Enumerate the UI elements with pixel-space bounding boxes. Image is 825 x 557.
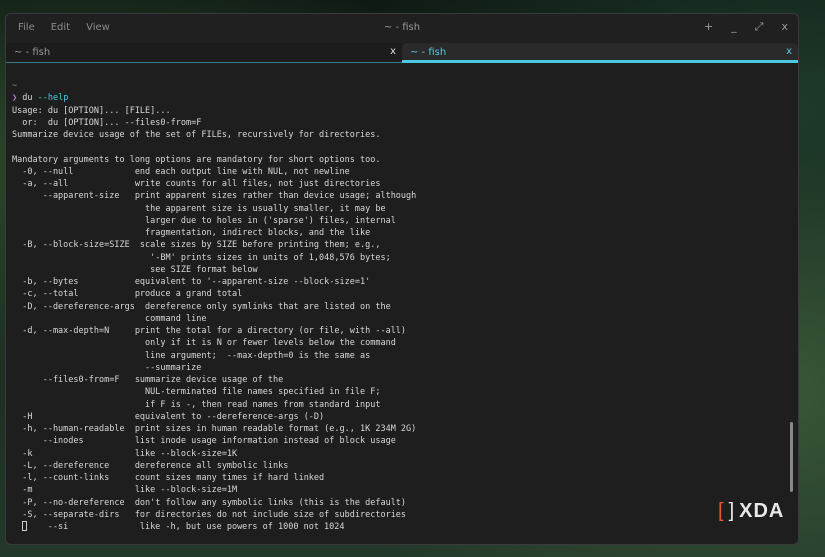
tab-label: ~ - fish bbox=[410, 47, 447, 58]
output-line: --files0-from=F summarize device usage o… bbox=[12, 375, 284, 385]
output-line: --apparent-size print apparent sizes rat… bbox=[12, 191, 417, 202]
title-bar: File Edit View ~ - fish + _ ⤢ x bbox=[6, 14, 798, 43]
output-line: line argument; --max-depth=0 is the same… bbox=[12, 350, 371, 361]
cwd-line: ~ bbox=[12, 81, 18, 91]
tab-fish-2[interactable]: ~ - fish x bbox=[402, 43, 798, 63]
tab-close-icon[interactable]: x bbox=[390, 46, 396, 57]
output-line: Usage: du [OPTION]... [FILE]... bbox=[12, 105, 171, 116]
output-line: -h, --human-readable print sizes in huma… bbox=[12, 424, 417, 434]
logo-bracket-icon: ] bbox=[728, 500, 736, 522]
output-line: only if it is N or fewer levels below th… bbox=[12, 338, 396, 349]
output-line: -D, --dereference-args dereference only … bbox=[12, 301, 391, 312]
output-line: fragmentation, indirect blocks, and the … bbox=[12, 228, 371, 238]
output-line: -P, --no-dereference don't follow any sy… bbox=[12, 497, 407, 508]
help-output: Usage: du [OPTION]... [FILE]... or: du [… bbox=[12, 105, 788, 522]
terminal-output[interactable]: ~ ❯ du --help Usage: du [OPTION]... [FIL… bbox=[12, 80, 788, 533]
output-line: the apparent size is usually smaller, it… bbox=[12, 203, 386, 214]
logo-text: XDA bbox=[739, 500, 785, 522]
output-line: -S, --separate-dirs for directories do n… bbox=[12, 509, 407, 520]
output-line: -l, --count-links count sizes many times… bbox=[12, 473, 325, 483]
maximize-button[interactable]: ⤢ bbox=[755, 20, 764, 34]
prompt-line: ❯ du --help bbox=[12, 92, 788, 104]
output-line: -m like --block-size=1M bbox=[12, 485, 238, 496]
output-line: --si like -h, but use powers of 1000 not… bbox=[27, 522, 345, 532]
output-line: -0, --null end each output line with NUL… bbox=[12, 166, 350, 177]
output-line: see SIZE format below bbox=[12, 264, 258, 275]
output-line: larger due to holes in ('sparse') files,… bbox=[12, 215, 396, 226]
output-line: '-BM' prints sizes in units of 1,048,576… bbox=[12, 252, 391, 263]
output-line: -b, --bytes equivalent to '--apparent-si… bbox=[12, 277, 371, 287]
output-line: Summarize device usage of the set of FIL… bbox=[12, 130, 381, 140]
terminal-window: File Edit View ~ - fish + _ ⤢ x ~ - fish… bbox=[5, 13, 799, 545]
output-line: -H equivalent to --dereference-args (-D) bbox=[12, 411, 325, 422]
logo-bracket-icon: [ bbox=[718, 500, 725, 522]
output-line: command line bbox=[12, 313, 207, 324]
output-line: -L, --dereference dereference all symbol… bbox=[12, 460, 289, 471]
output-line: -B, --block-size=SIZE scale sizes by SIZ… bbox=[12, 240, 381, 251]
cursor-line: --si like -h, but use powers of 1000 not… bbox=[12, 521, 788, 533]
tab-bar: ~ - fish x ~ - fish x bbox=[6, 43, 798, 63]
tab-close-icon[interactable]: x bbox=[786, 46, 792, 57]
output-line: -c, --total produce a grand total bbox=[12, 289, 243, 300]
output-line: --inodes list inode usage information in… bbox=[12, 436, 396, 447]
output-line: -a, --all write counts for all files, no… bbox=[12, 179, 381, 189]
prompt-arrow-icon: ❯ bbox=[12, 93, 18, 104]
new-tab-button[interactable]: + bbox=[704, 20, 713, 34]
output-line: --summarize bbox=[12, 362, 202, 373]
output-line: or: du [OPTION]... --files0-from=F bbox=[12, 117, 202, 128]
tab-fish-1[interactable]: ~ - fish x bbox=[6, 43, 402, 63]
command-arg: --help bbox=[37, 93, 69, 104]
window-title: ~ - fish bbox=[383, 22, 421, 33]
output-line: NUL-terminated file names specified in f… bbox=[12, 387, 381, 398]
xda-watermark: [] XDA bbox=[718, 500, 784, 523]
close-button[interactable]: x bbox=[781, 20, 788, 34]
minimize-button[interactable]: _ bbox=[731, 20, 737, 34]
command: du bbox=[22, 93, 33, 104]
tab-label: ~ - fish bbox=[14, 47, 51, 58]
window-controls: + _ ⤢ x bbox=[704, 20, 788, 34]
output-line: -k like --block-size=1K bbox=[12, 448, 238, 459]
output-line: -d, --max-depth=N print the total for a … bbox=[12, 326, 407, 336]
output-line: Mandatory arguments to long options are … bbox=[12, 154, 381, 165]
scrollbar[interactable] bbox=[790, 422, 793, 492]
output-line: if F is -, then read names from standard… bbox=[12, 399, 381, 410]
